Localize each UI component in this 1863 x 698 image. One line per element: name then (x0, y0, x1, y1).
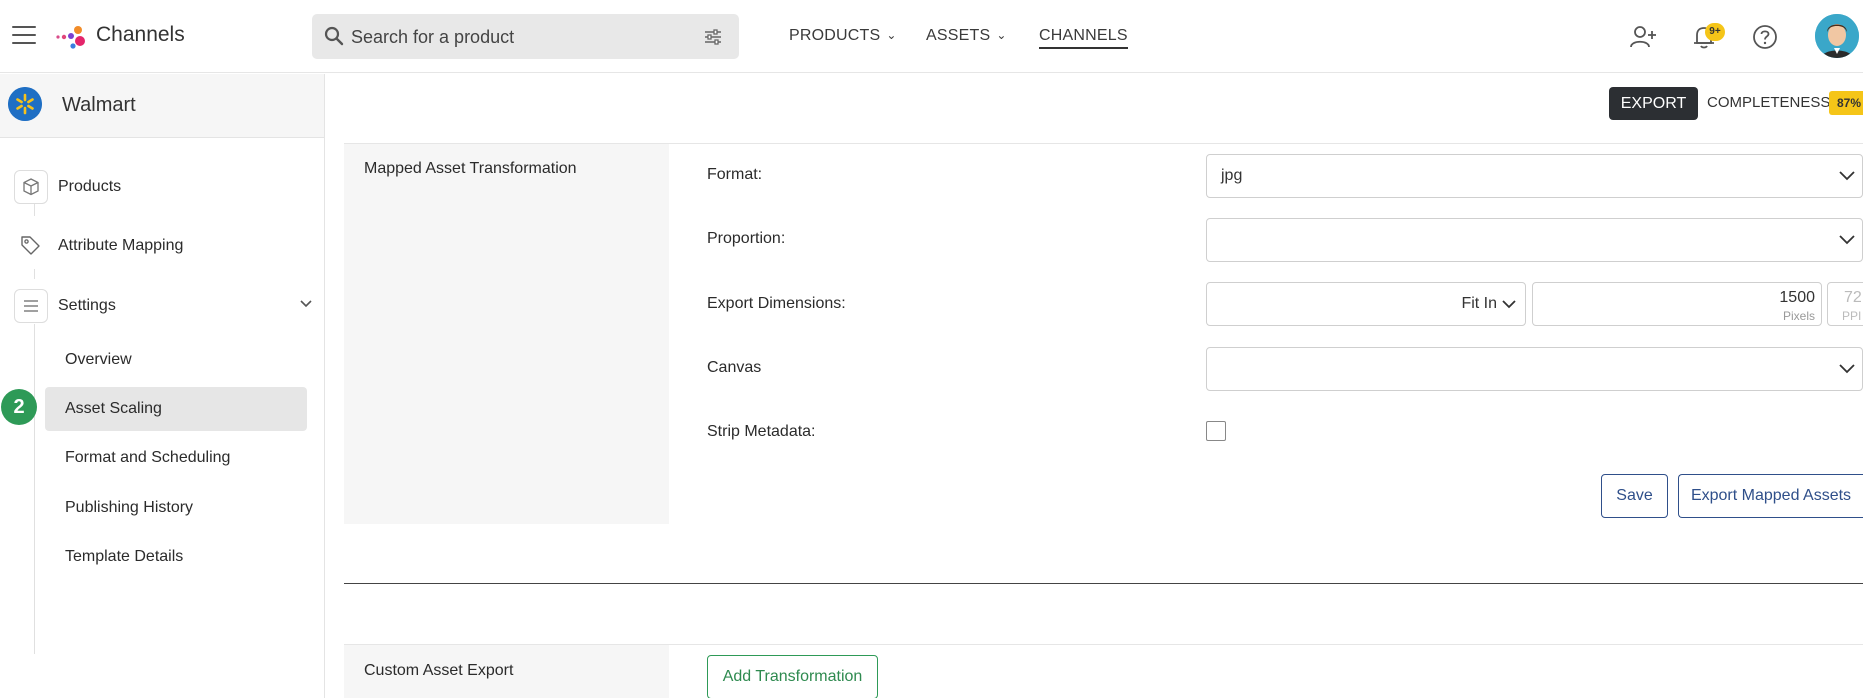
export-button[interactable]: EXPORT (1609, 87, 1698, 120)
top-bar: Channels PRODUCTS ⌄ ASSETS ⌄ CHANNELS (0, 0, 1863, 73)
sidebar-subitem-asset-scaling[interactable]: Asset Scaling (45, 387, 307, 431)
tag-icon (14, 229, 48, 263)
search-input[interactable] (351, 24, 671, 50)
sidebar-item-settings[interactable]: Settings (14, 289, 314, 323)
subitem-label: Format and Scheduling (65, 449, 231, 466)
sidebar-item-attribute-mapping[interactable]: Attribute Mapping (14, 229, 314, 263)
channel-name: Walmart (62, 94, 136, 116)
custom-asset-export-title: Custom Asset Export (364, 662, 514, 679)
proportion-label: Proportion: (707, 230, 786, 247)
nav-channels[interactable]: CHANNELS (1039, 27, 1128, 49)
sidebar-item-label: Attribute Mapping (58, 237, 184, 254)
notification-count-badge: 9+ (1705, 23, 1725, 41)
format-label: Format: (707, 166, 763, 183)
sidebar-subitem-publishing-history[interactable]: Publishing History (45, 486, 307, 530)
ppi-input[interactable]: 72 PPI (1827, 282, 1863, 326)
chevron-down-icon[interactable] (298, 295, 314, 311)
box-icon (14, 170, 48, 204)
subitem-label: Template Details (65, 548, 184, 565)
chevron-down-icon: ⌄ (996, 28, 1007, 42)
search-icon (324, 26, 344, 46)
fit-mode-select[interactable]: Fit In (1206, 282, 1526, 326)
pixels-unit: Pixels (1782, 309, 1815, 323)
chevron-down-icon (1839, 364, 1855, 374)
add-user-icon[interactable] (1628, 22, 1658, 52)
tree-connector (34, 324, 35, 654)
chevron-down-icon: ⌄ (886, 28, 897, 42)
app-title: Channels (96, 23, 185, 46)
tree-connector (34, 269, 35, 279)
format-value: jpg (1221, 167, 1243, 184)
add-transformation-button[interactable]: Add Transformation (707, 655, 878, 698)
channels-logo-icon (56, 26, 85, 49)
sidebar-subitem-format-and-scheduling[interactable]: Format and Scheduling (45, 436, 307, 480)
sidebar-item-label: Products (58, 178, 122, 195)
sidebar: Walmart Products Attribute Mapping Setti… (0, 74, 325, 698)
canvas-label: Canvas (707, 359, 762, 376)
nav-products-label: PRODUCTS (789, 27, 881, 44)
nav-channels-label: CHANNELS (1039, 27, 1128, 44)
channel-header: Walmart (0, 74, 324, 138)
section-divider (344, 583, 1863, 584)
subitem-label: Asset Scaling (65, 400, 162, 417)
sidebar-subitem-template-details[interactable]: Template Details (45, 535, 307, 579)
ppi-value: 72 (1844, 289, 1862, 306)
nav-products[interactable]: PRODUCTS ⌄ (789, 27, 897, 45)
subitem-label: Overview (65, 351, 132, 368)
pixels-value: 1500 (1779, 289, 1815, 306)
filter-settings-icon[interactable] (703, 28, 723, 46)
chevron-down-icon (1502, 300, 1516, 309)
chevron-down-icon (1839, 235, 1855, 245)
tree-connector (34, 204, 35, 216)
hamburger-menu-icon[interactable] (12, 26, 36, 46)
sidebar-item-products[interactable]: Products (14, 170, 314, 204)
step-number-badge: 2 (1, 389, 37, 425)
pixels-input[interactable]: 1500 Pixels (1532, 282, 1822, 326)
user-avatar[interactable] (1815, 14, 1859, 58)
sidebar-subitem-overview[interactable]: Overview (45, 338, 307, 382)
chevron-down-icon (1839, 171, 1855, 181)
list-icon (14, 289, 48, 323)
nav-assets-label: ASSETS (926, 27, 991, 44)
completeness-badge: 87% (1829, 91, 1863, 115)
search-bar[interactable] (312, 14, 739, 59)
proportion-select[interactable] (1206, 218, 1863, 262)
save-button[interactable]: Save (1601, 474, 1668, 518)
sidebar-item-label: Settings (58, 297, 116, 314)
completeness-label: COMPLETENESS (1707, 94, 1831, 111)
walmart-logo-icon (8, 87, 42, 121)
format-select[interactable]: jpg (1206, 154, 1863, 198)
mapped-asset-transformation-title: Mapped Asset Transformation (364, 160, 577, 177)
ppi-unit: PPI (1842, 309, 1862, 323)
strip-metadata-label: Strip Metadata: (707, 423, 816, 440)
canvas-select[interactable] (1206, 347, 1863, 391)
subitem-label: Publishing History (65, 499, 194, 516)
nav-assets[interactable]: ASSETS ⌄ (926, 27, 1007, 45)
export-dimensions-label: Export Dimensions: (707, 295, 846, 312)
help-icon[interactable] (1750, 22, 1780, 52)
section-label-panel (344, 144, 669, 524)
fit-mode-value: Fit In (1461, 295, 1497, 312)
main-content: EXPORT COMPLETENESS 87% Mapped Asset Tra… (326, 74, 1863, 698)
export-mapped-assets-button[interactable]: Export Mapped Assets (1678, 474, 1863, 518)
strip-metadata-checkbox[interactable] (1206, 421, 1226, 441)
